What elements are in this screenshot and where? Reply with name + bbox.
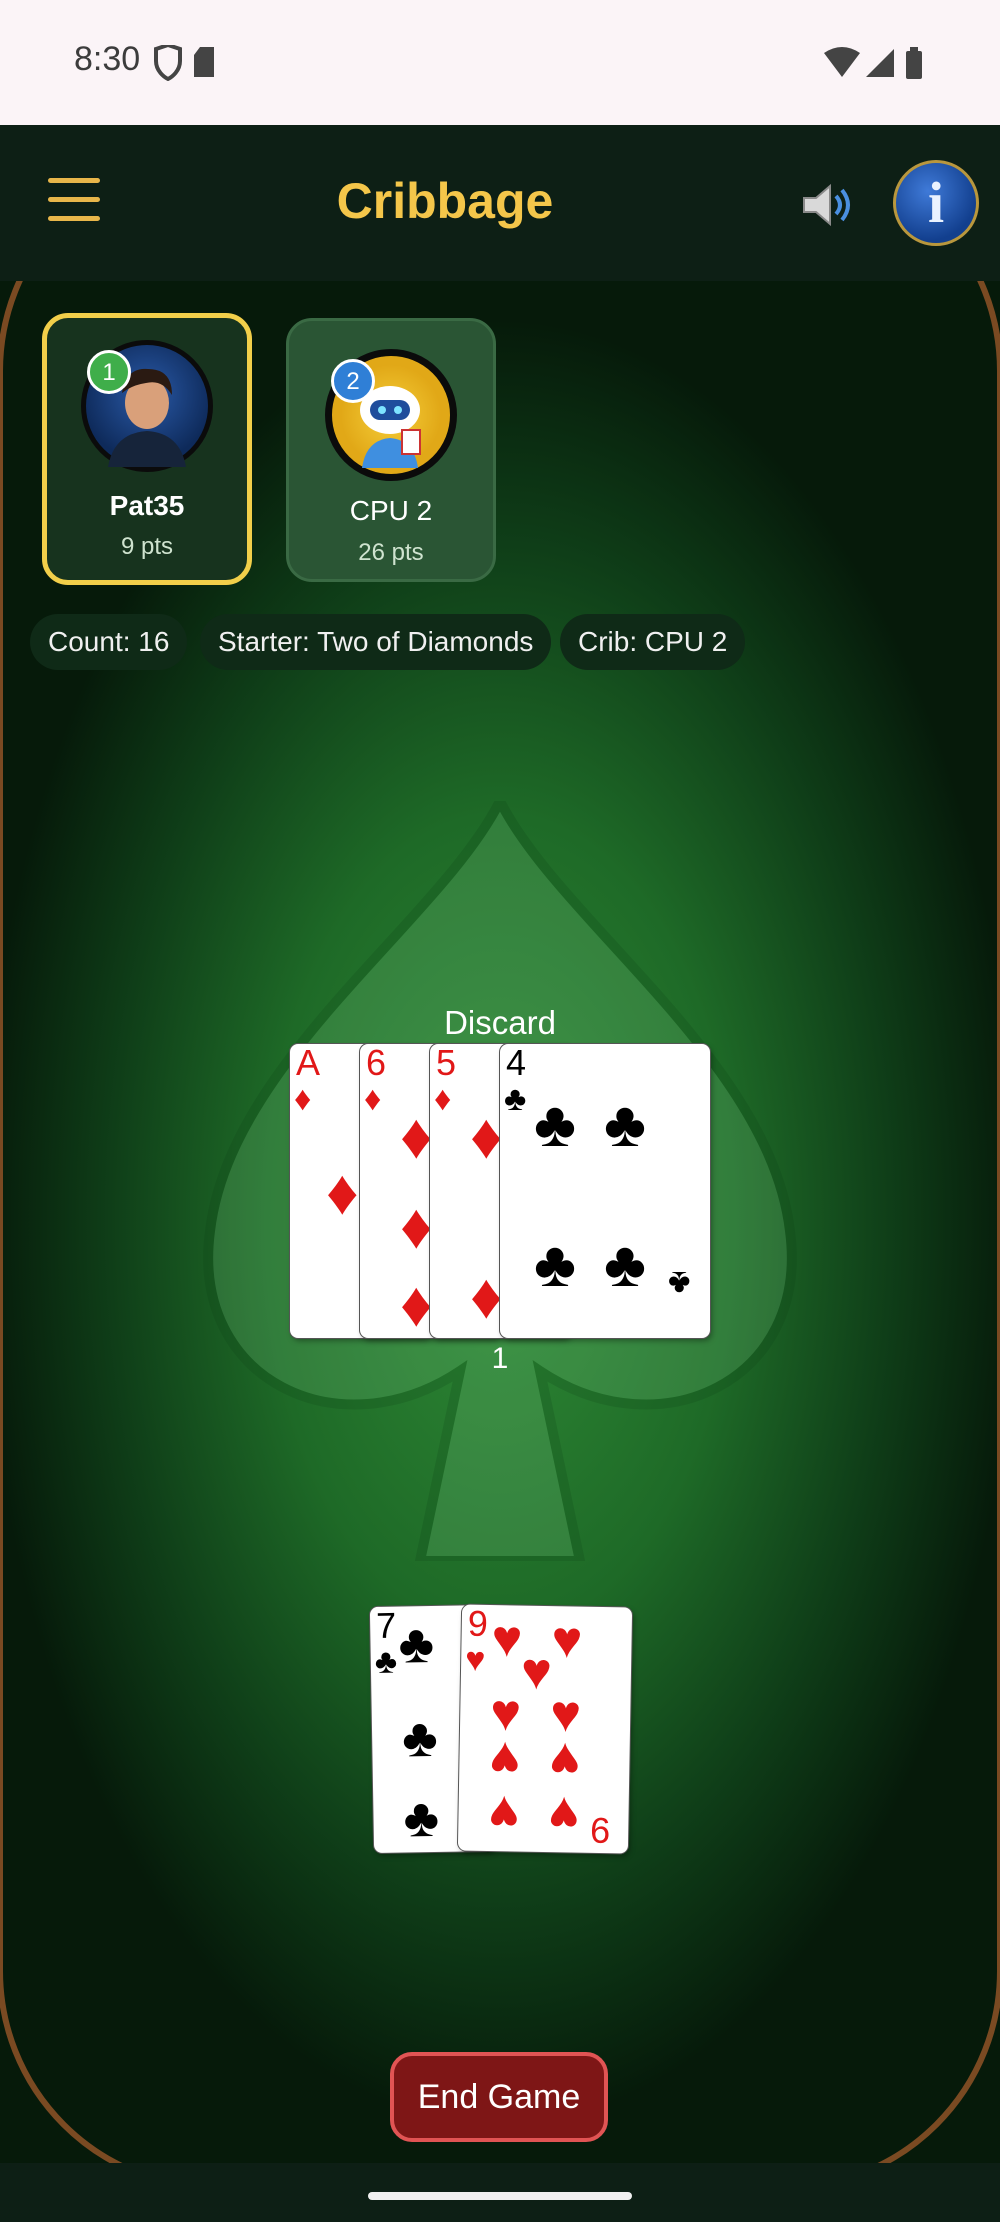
diamond-pip-icon: ♦ — [470, 1100, 503, 1172]
discard-count: 1 — [491, 1342, 509, 1375]
sd-card-icon — [194, 47, 214, 77]
player-name: CPU 2 — [349, 495, 433, 526]
diamond-pip-icon: ♦ — [400, 1190, 433, 1262]
player-card-cpu2[interactable]: 2 CPU 2 26 pts — [286, 318, 496, 582]
player-points: 26 pts — [358, 539, 424, 566]
shield-icon — [154, 42, 182, 82]
club-icon: ♣ — [504, 1080, 527, 1118]
heart-pip-icon: ♥ — [551, 1611, 583, 1670]
player-name: Pat35 — [109, 490, 185, 521]
player-points: 9 pts — [120, 533, 174, 560]
app-title: Cribbage — [336, 173, 554, 229]
card-rank: 9 — [467, 1604, 489, 1644]
discard-label: Discard — [444, 1004, 556, 1041]
card-rank: 5 — [436, 1044, 457, 1083]
info-icon: i — [927, 170, 945, 235]
diamond-icon: ♦ — [294, 1080, 312, 1118]
club-pip-icon: ♣ — [534, 1228, 576, 1300]
home-gesture-pill[interactable] — [368, 2192, 632, 2200]
heart-icon: ♥ — [464, 1640, 486, 1679]
card-rank: 4 — [506, 1044, 527, 1083]
heart-pip-icon: ♥ — [548, 1785, 580, 1844]
seat-badge: 2 — [331, 359, 375, 403]
club-pip-icon: ♣ — [397, 1613, 435, 1675]
diamond-icon: ♦ — [364, 1080, 382, 1118]
card-rank: 9 — [589, 1809, 611, 1852]
diamond-icon: ♦ — [434, 1080, 452, 1118]
heart-pip-icon: ♥ — [491, 1610, 523, 1669]
wifi-icon — [824, 47, 860, 77]
diamond-pip-icon: ♦ — [326, 1156, 359, 1228]
signal-icon — [866, 49, 894, 77]
count-chip: Count: 16 — [30, 614, 188, 670]
speaker-icon[interactable] — [800, 180, 860, 230]
player-card-pat35[interactable]: 1 Pat35 9 pts — [42, 313, 252, 585]
starter-chip: Starter: Two of Diamonds — [200, 614, 552, 670]
discard-card-four-clubs: 4 ♣ ♣ ♣ ♣ ♣ ♣ — [500, 1044, 710, 1338]
card-rank: 6 — [366, 1044, 387, 1083]
club-icon: ♣ — [374, 1642, 398, 1681]
end-game-button[interactable]: End Game — [390, 2052, 608, 2142]
status-time: 8:30 — [74, 40, 141, 78]
hand-card-nine-hearts[interactable]: 9 ♥ ♥ ♥ ♥ ♥ ♥ ♥ ♥ ♥ ♥ 9 — [457, 1604, 633, 1854]
diamond-pip-icon: ♦ — [400, 1100, 433, 1172]
status-right-icons — [822, 45, 932, 86]
card-rank: 7 — [375, 1604, 397, 1646]
club-pip-icon: ♣ — [534, 1088, 576, 1160]
heart-pip-icon: ♥ — [488, 1784, 520, 1843]
info-button[interactable]: i — [893, 160, 979, 246]
heart-pip-icon: ♥ — [520, 1642, 553, 1702]
diamond-pip-icon: ♦ — [470, 1260, 503, 1332]
status-left-icons — [152, 42, 222, 86]
club-icon: ♣ — [668, 1264, 691, 1302]
diamond-pip-icon: ♦ — [400, 1268, 433, 1338]
seat-badge: 1 — [87, 350, 131, 394]
club-pip-icon: ♣ — [401, 1707, 439, 1769]
battery-icon — [906, 47, 922, 79]
crib-chip: Crib: CPU 2 — [560, 614, 746, 670]
card-rank: A — [296, 1044, 321, 1083]
club-pip-icon: ♣ — [604, 1088, 646, 1160]
club-pip-icon: ♣ — [604, 1228, 646, 1300]
club-pip-icon: ♣ — [403, 1787, 440, 1849]
